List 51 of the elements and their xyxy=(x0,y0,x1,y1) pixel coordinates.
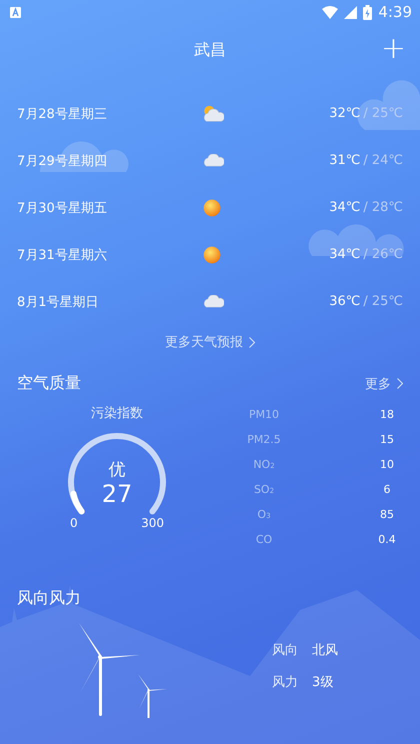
more-forecast-link[interactable]: 更多天气预报 xyxy=(165,333,255,351)
pollutant-name: CO xyxy=(254,533,274,546)
cloud-icon xyxy=(202,294,224,308)
pollutant-value: 85 xyxy=(379,508,395,521)
air-grade: 优 xyxy=(108,459,126,481)
pollutant-name: PM2.5 xyxy=(246,433,282,446)
sun-icon xyxy=(202,198,222,218)
forecast-date: 7月28号星期三 xyxy=(17,106,107,122)
add-button[interactable]: + xyxy=(380,34,406,64)
pollutant-value: 10 xyxy=(379,458,395,471)
gauge-label: 污染指数 xyxy=(91,405,143,422)
chevron-right-icon xyxy=(249,336,255,348)
sun-icon xyxy=(202,244,222,264)
forecast-date: 8月1号星期日 xyxy=(17,294,99,310)
high-temperature: 34℃ xyxy=(329,200,360,215)
status-time: 4:39 xyxy=(378,3,412,21)
section-title: 空气质量 xyxy=(17,373,81,394)
signal-icon xyxy=(344,6,358,18)
pollutant-value: 15 xyxy=(379,433,395,446)
low-temperature: / 28℃ xyxy=(363,200,403,215)
high-temperature: 31℃ xyxy=(329,153,360,168)
section-title: 风向风力 xyxy=(17,588,81,609)
high-temperature: 32℃ xyxy=(329,106,360,121)
forecast-date: 7月30号星期五 xyxy=(17,200,107,216)
gauge-min: 0 xyxy=(70,516,78,530)
battery-icon xyxy=(363,4,372,20)
more-link[interactable]: 更多 xyxy=(365,374,403,392)
gauge-max: 300 xyxy=(141,516,164,530)
pollutant-value: 0.4 xyxy=(377,533,397,546)
wind-label: 风向 xyxy=(272,642,298,659)
high-temperature: 36℃ xyxy=(329,294,360,309)
forecast-date: 7月31号星期六 xyxy=(17,246,107,264)
pollutant-value: 18 xyxy=(379,408,395,421)
pollutant-name: PM10 xyxy=(248,408,280,421)
wind-value: 北风 xyxy=(312,642,338,659)
wind-value: 3级 xyxy=(312,674,334,691)
high-temperature: 34℃ xyxy=(329,247,360,262)
cloud-icon xyxy=(202,154,224,168)
pollutant-value: 6 xyxy=(382,483,392,496)
city-title: 武昌 xyxy=(194,40,226,60)
sun-cloud-icon xyxy=(202,104,224,122)
wind-label: 风力 xyxy=(272,674,298,691)
low-temperature: / 25℃ xyxy=(363,106,403,121)
low-temperature: / 26℃ xyxy=(363,247,403,262)
chevron-right-icon xyxy=(397,378,403,389)
low-temperature: / 25℃ xyxy=(363,294,403,309)
app-notification-icon xyxy=(10,6,21,18)
forecast-date: 7月29号星期四 xyxy=(17,152,107,170)
aqi-value: 27 xyxy=(102,481,132,508)
low-temperature: / 24℃ xyxy=(363,153,403,168)
wifi-icon xyxy=(322,6,338,18)
